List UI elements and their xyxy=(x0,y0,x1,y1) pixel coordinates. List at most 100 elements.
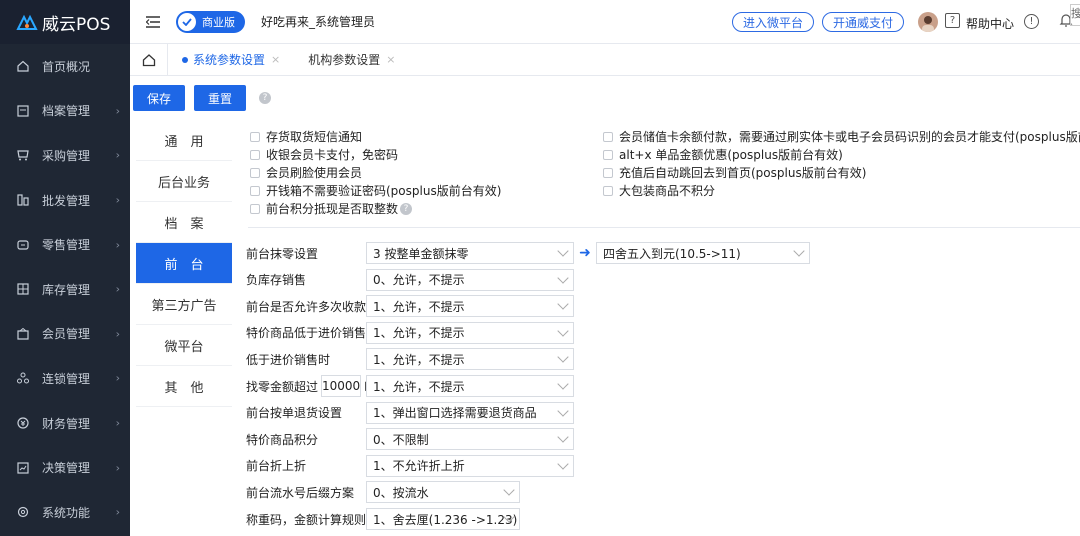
option-checkbox-row[interactable]: 存货取货短信通知 xyxy=(250,128,362,145)
checkbox[interactable] xyxy=(603,185,613,196)
finance-icon xyxy=(16,416,30,430)
chevron-down-icon xyxy=(503,484,515,497)
subnav-item[interactable]: 微平台 xyxy=(136,325,232,366)
setting-select[interactable]: 1、允许，不提示 xyxy=(366,295,574,318)
settings-subnav: 通 用后台业务档 案前 台第三方广告 微平台其 他 xyxy=(136,120,232,407)
question-icon[interactable]: ? xyxy=(400,202,413,215)
option-checkbox-row[interactable]: 充值后自动跳回去到首页(posplus版前台有效) xyxy=(603,164,866,181)
sidebar-item-inventory[interactable]: 库存管理 › xyxy=(0,267,130,312)
sidebar-item-finance[interactable]: 财务管理 › xyxy=(0,401,130,446)
settings-icon xyxy=(16,505,30,519)
chevron-right-icon: › xyxy=(115,104,120,118)
open-pay-button[interactable]: 开通威支付 xyxy=(822,12,905,32)
sidebar-item-home[interactable]: 首页概况 xyxy=(0,44,130,89)
setting-select[interactable]: 1、允许，不提示 xyxy=(366,321,574,344)
sidebar-item-label: 系统功能 xyxy=(42,505,91,520)
checkbox[interactable] xyxy=(603,149,613,160)
checkbox[interactable] xyxy=(603,131,613,142)
close-icon[interactable]: × xyxy=(386,53,395,66)
home-icon xyxy=(16,59,30,73)
setting-select[interactable]: 1、舍去厘(1.236 ->1.23) xyxy=(366,508,520,530)
sidebar-item-retail[interactable]: 零售管理 › xyxy=(0,222,130,267)
form-label: 前台按单退货设置 xyxy=(246,406,343,421)
chevron-down-icon xyxy=(557,431,569,443)
setting-select[interactable]: 1、允许，不提示 xyxy=(366,375,574,397)
option-checkbox-row[interactable]: alt+x 单品金额优惠(posplus版前台有效) xyxy=(603,146,843,163)
sidebar-item-label: 连锁管理 xyxy=(42,371,91,386)
option-checkbox-row[interactable]: 收银会员卡支付，免密码 xyxy=(250,146,398,163)
help-icon[interactable]: ? xyxy=(945,13,960,28)
subnav-item[interactable]: 档 案 xyxy=(136,202,232,243)
sidebar-item-member[interactable]: 会员管理 › xyxy=(0,312,130,357)
sidebar-item-purchase[interactable]: 采购管理 › xyxy=(0,133,130,178)
tab-search-box[interactable]: 搜 xyxy=(1070,4,1080,26)
checkbox[interactable] xyxy=(250,149,260,160)
subnav-item[interactable]: 第三方广告 xyxy=(136,284,232,325)
close-icon[interactable]: × xyxy=(271,53,280,66)
subnav-item[interactable]: 其 他 xyxy=(136,366,232,407)
tab-org-params[interactable]: 机构参数设置 × xyxy=(294,44,409,76)
checkbox[interactable] xyxy=(250,131,260,142)
arrow-right-icon: ➜ xyxy=(579,245,591,261)
setting-select[interactable]: 1、弹出窗口选择需要退货商品 xyxy=(366,401,574,424)
setting-select[interactable]: 1、允许，不提示 xyxy=(366,348,574,371)
wechat-platform-button[interactable]: 进入微平台 xyxy=(732,12,815,32)
select-value: 0、按流水 xyxy=(373,485,429,500)
chevron-right-icon: › xyxy=(115,327,120,341)
rounding-select[interactable]: 四舍五入到元(10.5->11) xyxy=(596,242,810,264)
chevron-right-icon: › xyxy=(115,148,120,162)
chevron-right-icon: › xyxy=(115,461,120,475)
checkbox[interactable] xyxy=(250,185,260,196)
home-tab-icon[interactable] xyxy=(130,43,168,76)
subnav-item[interactable]: 后台业务 xyxy=(136,161,232,202)
menu-collapse-icon[interactable] xyxy=(144,13,162,31)
setting-select[interactable]: 0、允许，不提示 xyxy=(366,268,574,291)
checkbox[interactable] xyxy=(250,167,260,178)
checkbox[interactable] xyxy=(603,167,613,178)
chevron-right-icon: › xyxy=(115,282,120,296)
select-value: 1、弹出窗口选择需要退货商品 xyxy=(373,406,537,421)
change-amount-input[interactable]: 10000 xyxy=(321,375,362,397)
question-icon[interactable]: ? xyxy=(259,92,272,104)
setting-select[interactable]: 3 按整单金额抹零 xyxy=(366,242,574,264)
select-value: 四舍五入到元(10.5->11) xyxy=(603,246,741,261)
active-dot-icon xyxy=(182,56,188,63)
sidebar-item-archive[interactable]: 档案管理 › xyxy=(0,89,130,134)
option-checkbox-row[interactable]: 大包装商品不积分 xyxy=(603,182,715,199)
form-row: 前台流水号后缀方案 0、按流水 xyxy=(238,481,520,504)
subnav-item[interactable]: 前 台 xyxy=(136,243,232,284)
subnav-item[interactable]: 通 用 xyxy=(136,120,232,161)
setting-select[interactable]: 0、不限制 xyxy=(366,428,574,451)
option-checkbox-row[interactable]: 会员储值卡余额付款，需要通过刷实体卡或电子会员码识别的会员才能支付(posplu… xyxy=(603,128,1080,145)
sidebar-item-settings[interactable]: 系统功能 › xyxy=(0,490,130,535)
form-row: 前台抹零设置 3 按整单金额抹零 ➜ 四舍五入到元(10.5->11) xyxy=(238,242,810,264)
sidebar-item-decision[interactable]: 决策管理 › xyxy=(0,445,130,490)
option-checkbox-row[interactable]: 开钱箱不需要验证密码(posplus版前台有效) xyxy=(250,182,501,199)
sidebar-item-wholesale[interactable]: 批发管理 › xyxy=(0,178,130,223)
setting-select[interactable]: 0、按流水 xyxy=(366,481,520,504)
save-button[interactable]: 保存 xyxy=(133,85,186,111)
tab-system-params[interactable]: 系统参数设置 × xyxy=(168,44,294,76)
sidebar-item-chain[interactable]: 连锁管理 › xyxy=(0,356,130,401)
form-label: 低于进价销售时 xyxy=(246,352,331,367)
avatar[interactable] xyxy=(918,12,938,32)
setting-select[interactable]: 1、不允许折上折 xyxy=(366,454,574,477)
reset-button[interactable]: 重置 xyxy=(194,85,247,111)
form-row: 找零金额超过10000时1、允许，不提示 xyxy=(238,375,574,397)
option-checkbox-row[interactable]: 前台积分抵现是否取整数? xyxy=(250,200,413,217)
chain-icon xyxy=(16,371,30,385)
form-row: 前台折上折 1、不允许折上折 xyxy=(238,454,574,477)
help-center-link[interactable]: 帮助中心 xyxy=(966,15,1014,32)
app-logo: 威云POS xyxy=(0,0,130,44)
form-label: 特价商品低于进价销售时 xyxy=(246,326,379,341)
sidebar-item-label: 会员管理 xyxy=(42,327,91,342)
chevron-right-icon: › xyxy=(115,193,120,207)
sidebar-item-label: 零售管理 xyxy=(42,238,91,253)
info-icon[interactable]: ! xyxy=(1024,14,1039,29)
select-value: 0、不限制 xyxy=(373,432,429,447)
checkbox[interactable] xyxy=(250,203,260,214)
form-label: 前台抹零设置 xyxy=(246,246,319,261)
wholesale-icon xyxy=(16,193,30,207)
checkbox-label: 会员刷脸使用会员 xyxy=(266,166,363,180)
option-checkbox-row[interactable]: 会员刷脸使用会员 xyxy=(250,164,362,181)
